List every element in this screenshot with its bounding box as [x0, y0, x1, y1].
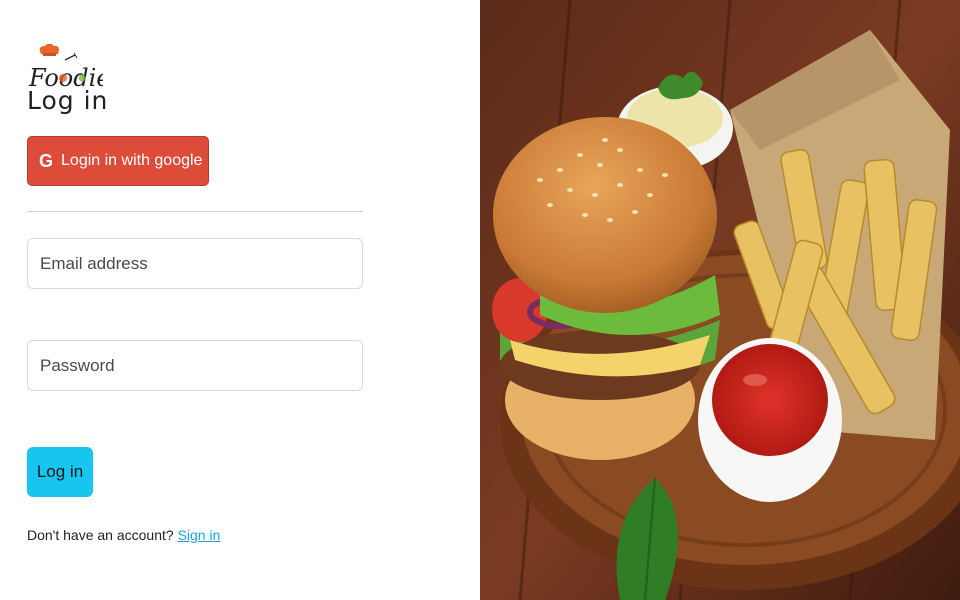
signup-prompt-text: Don't have an account? [27, 527, 174, 543]
google-login-label: Login in with google [61, 152, 203, 169]
google-login-button[interactable]: G Login in with google [27, 136, 209, 186]
burger-illustration [480, 0, 960, 600]
email-field[interactable] [27, 238, 363, 289]
page-title: Log in [27, 86, 109, 115]
signup-prompt: Don't have an account? Sign in [27, 527, 220, 543]
password-field[interactable] [27, 340, 363, 391]
divider [27, 211, 363, 212]
login-submit-button[interactable]: Log in [27, 447, 93, 497]
login-panel: Foodie Log in G Login in with google Log… [0, 0, 480, 600]
hero-food-image [480, 0, 960, 600]
foodie-logo: Foodie [28, 44, 103, 92]
google-icon: G [39, 150, 54, 171]
signup-link[interactable]: Sign in [178, 527, 221, 543]
